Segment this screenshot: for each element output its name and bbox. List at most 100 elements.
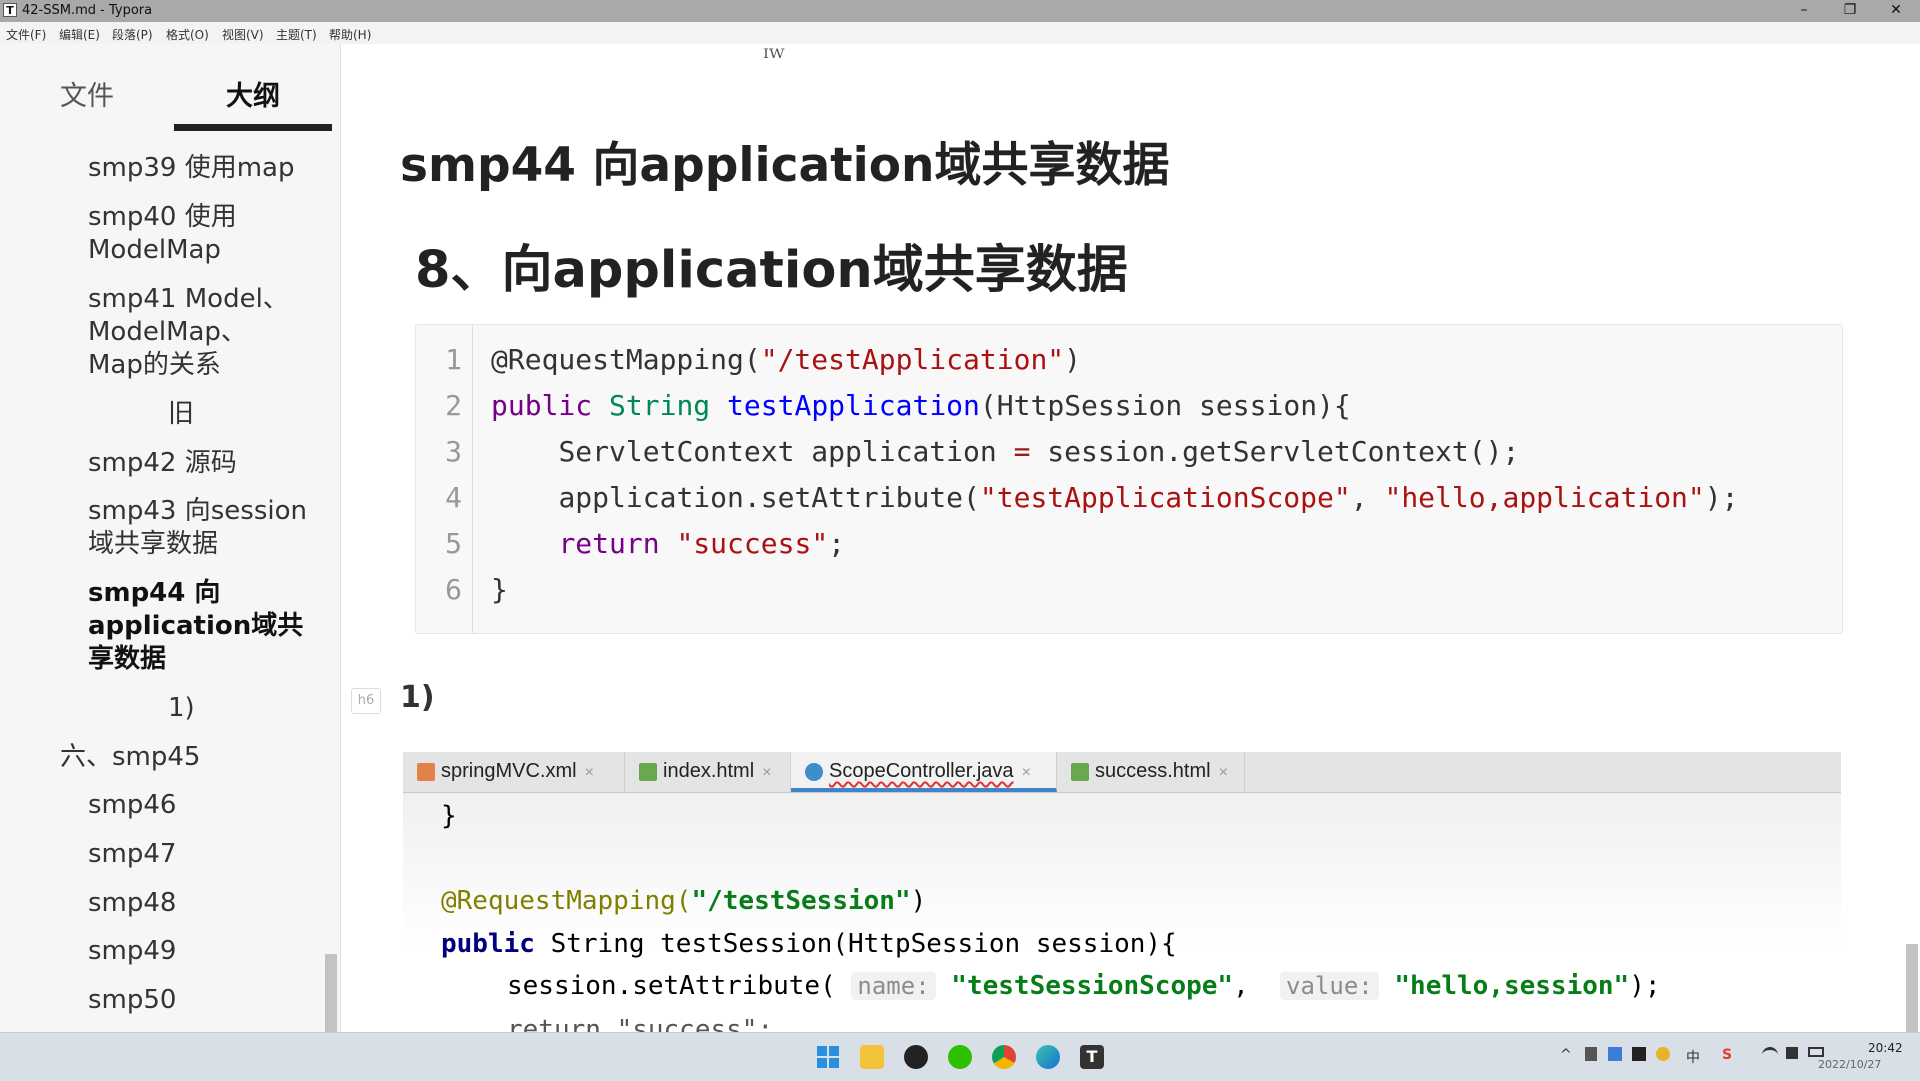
tray-nvidia-icon[interactable]: [1632, 1047, 1646, 1061]
minimize-button[interactable]: –: [1781, 0, 1827, 22]
outline-item-1[interactable]: 1): [168, 692, 195, 725]
outline-item-smp39[interactable]: smp39 使用map: [88, 152, 295, 185]
outline-item-old[interactable]: 旧: [168, 398, 194, 431]
tray-app2-icon[interactable]: [1656, 1047, 1670, 1061]
outline-item-smp40-cont[interactable]: ModelMap: [88, 234, 221, 267]
outline-item-smp41[interactable]: smp41 Model、: [88, 283, 289, 316]
heading-2[interactable]: 8、向application域共享数据: [415, 228, 1128, 302]
menu-format[interactable]: 格式(O): [166, 26, 209, 43]
qq-icon[interactable]: [904, 1045, 928, 1069]
code-call: application.setAttribute(: [558, 481, 980, 514]
menu-bar: 文件(F) 编辑(E) 段落(P) 格式(O) 视图(V) 主题(T) 帮助(H…: [0, 22, 1920, 44]
ide-code-annotation-line: @RequestMapping("/testSession"): [441, 886, 927, 916]
menu-edit[interactable]: 编辑(E): [59, 26, 100, 43]
sogou-ime-icon[interactable]: S: [1722, 1047, 1732, 1063]
code-line-2: public String testApplication(HttpSessio…: [491, 389, 1351, 422]
heading-1[interactable]: smp44 向application域共享数据: [400, 126, 1170, 195]
editor-pane[interactable]: ᴵᵂ smp44 向application域共享数据 8、向applicatio…: [341, 44, 1920, 1032]
tray-app-icon[interactable]: [1585, 1047, 1597, 1061]
code-type: String: [609, 389, 711, 422]
line-number: 6: [445, 573, 462, 606]
html-file-icon: [1071, 762, 1089, 781]
line-number: 3: [445, 435, 462, 468]
code-line-gutter: 1 2 3 4 5 6: [416, 325, 473, 633]
code-function: testApplication: [727, 389, 980, 422]
code-punct: ,: [1350, 481, 1385, 514]
outline-item-smp42[interactable]: smp42 源码: [88, 447, 237, 480]
outline-item-smp41-cont1[interactable]: ModelMap、: [88, 316, 247, 349]
code-block[interactable]: 1 2 3 4 5 6 @RequestMapping("/testApplic…: [415, 324, 1843, 634]
maximize-button[interactable]: ❐: [1827, 0, 1873, 22]
html-file-icon: [639, 762, 657, 781]
code-keyword: public: [491, 389, 593, 422]
ide-tab-scopecontroller: ScopeController.java ×: [791, 752, 1057, 792]
code-line-4: application.setAttribute("testApplicatio…: [491, 481, 1738, 514]
code-expr: session.getServletContext();: [1030, 435, 1520, 468]
code-line-1: @RequestMapping("/testApplication"): [491, 343, 1081, 376]
outline-item-smp49[interactable]: smp49: [88, 935, 176, 968]
heading-6[interactable]: 1): [400, 680, 435, 715]
typora-taskbar-icon[interactable]: T: [1080, 1045, 1104, 1069]
line-number: 1: [445, 343, 462, 376]
clock-time[interactable]: 20:42: [1868, 1041, 1903, 1055]
menu-paragraph[interactable]: 段落(P): [112, 26, 153, 43]
active-tab-indicator: [174, 124, 332, 131]
outline-item-smp50[interactable]: smp50: [88, 984, 176, 1017]
outline-item-smp40[interactable]: smp40 使用: [88, 201, 237, 234]
code-params: (HttpSession session){: [979, 389, 1351, 422]
outline-item-smp43[interactable]: smp43 向session: [88, 495, 307, 528]
outline-item-six-smp45[interactable]: 六、smp45: [60, 741, 200, 774]
wechat-icon[interactable]: [948, 1045, 972, 1069]
ide-tab-bar: springMVC.xml × index.html × ScopeControll…: [403, 752, 1841, 793]
outline-item-smp44[interactable]: smp44 向: [88, 577, 220, 610]
code-punct: ;: [828, 527, 846, 560]
sidebar: 文件 大纲 smp39 使用map smp40 使用 ModelMap smp4…: [0, 44, 341, 1079]
chrome-icon[interactable]: [992, 1045, 1016, 1069]
code-punct: );: [1704, 481, 1739, 514]
tab-close-icon: ×: [1218, 764, 1228, 781]
code-line-3: ServletContext application = session.get…: [491, 435, 1519, 468]
h6-badge: h6: [351, 688, 381, 714]
tray-input-language[interactable]: 中: [1686, 1047, 1700, 1067]
ide-tab-springmvc: springMVC.xml ×: [403, 752, 625, 792]
param-hint-name: name:: [851, 972, 936, 1000]
outline-item-smp43-cont[interactable]: 域共享数据: [88, 528, 218, 561]
outline-item-smp46[interactable]: smp46: [88, 789, 176, 822]
code-line-5: return "success";: [491, 527, 845, 560]
tab-files[interactable]: 文件: [60, 74, 114, 113]
menu-file[interactable]: 文件(F): [6, 26, 46, 43]
volume-icon[interactable]: [1786, 1047, 1798, 1059]
battery-icon[interactable]: [1808, 1047, 1824, 1057]
outline-item-smp47[interactable]: smp47: [88, 838, 176, 871]
tray-overflow-icon[interactable]: ^: [1560, 1047, 1572, 1063]
tray-network-tool-icon[interactable]: [1608, 1047, 1622, 1061]
editor-scrollbar[interactable]: [1906, 944, 1918, 1032]
tab-outline[interactable]: 大纲: [226, 74, 280, 113]
windows-start-icon[interactable]: [816, 1045, 840, 1069]
line-number: 4: [445, 481, 462, 514]
typora-app-icon: T: [3, 3, 17, 17]
tab-close-icon: ×: [762, 764, 772, 781]
file-explorer-icon[interactable]: [860, 1045, 884, 1069]
edge-icon[interactable]: [1036, 1045, 1060, 1069]
code-punct: ): [1064, 343, 1082, 376]
outline-item-smp41-cont2[interactable]: Map的关系: [88, 349, 221, 382]
close-button[interactable]: ✕: [1873, 0, 1919, 22]
menu-help[interactable]: 帮助(H): [329, 26, 371, 43]
xml-file-icon: [417, 762, 435, 781]
ide-code-area: } @RequestMapping("/testSession") public…: [403, 793, 1841, 1032]
ide-tab-index: index.html ×: [625, 752, 791, 792]
ide-screenshot: springMVC.xml × index.html × ScopeControll…: [403, 752, 1841, 1032]
tab-close-icon: ×: [1021, 764, 1031, 781]
menu-view[interactable]: 视图(V): [222, 26, 264, 43]
clock-date[interactable]: 2022/10/27: [1818, 1058, 1881, 1071]
taskbar: T ^ 中 S 20:42 2022/10/27: [0, 1032, 1920, 1081]
menu-theme[interactable]: 主题(T): [276, 26, 317, 43]
mouse-cursor-artifact: ᴵᵂ: [763, 44, 785, 72]
ide-code-setattribute-line: session.setAttribute( name: "testSession…: [507, 971, 1661, 1001]
title-bar: T 42-SSM.md - Typora – ❐ ✕: [0, 0, 1920, 22]
wifi-icon[interactable]: [1762, 1047, 1778, 1062]
outline-item-smp44-cont2[interactable]: 享数据: [88, 643, 166, 676]
outline-item-smp44-cont1[interactable]: application域共: [88, 610, 303, 643]
outline-item-smp48[interactable]: smp48: [88, 887, 176, 920]
